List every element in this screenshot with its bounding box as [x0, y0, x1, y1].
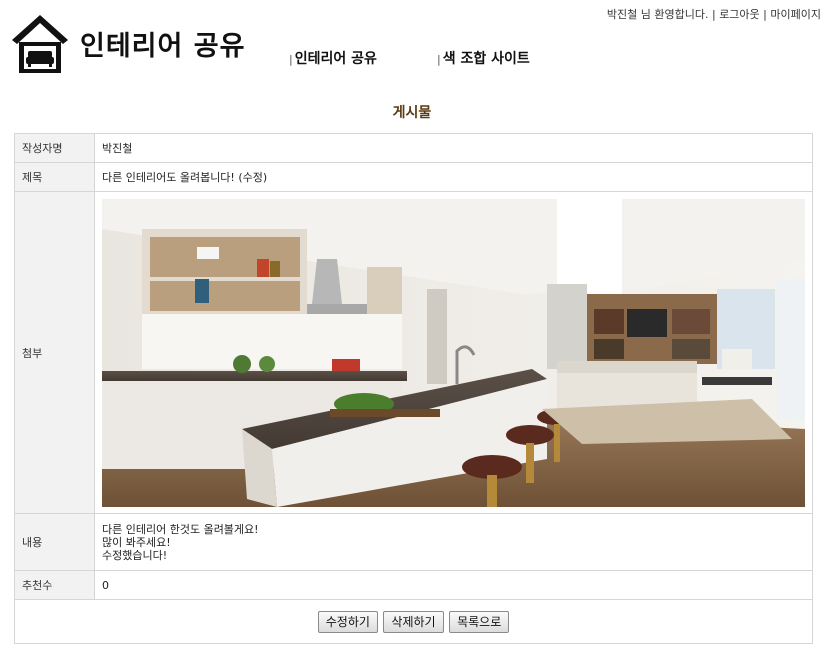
post-table: 작성자명 박진철 제목 다른 인테리어도 올려봅니다! (수정) 첨부 내용 다…	[14, 133, 813, 644]
house-sofa-icon[interactable]	[10, 12, 70, 74]
content-line: 많이 봐주세요!	[102, 535, 171, 549]
list-button[interactable]: 목록으로	[449, 610, 510, 633]
attach-label: 첨부	[14, 191, 95, 514]
nav-item-label: 색 조합 사이트	[442, 51, 530, 67]
content-line: 다른 인테리어 한것도 올려볼게요!	[102, 522, 259, 536]
mypage-link[interactable]: 마이페이지	[770, 8, 821, 21]
author-value: 박진철	[94, 133, 813, 163]
button-cell: 수정하기 삭제하기 목록으로	[14, 599, 813, 644]
table-row: 추천수 0	[14, 570, 813, 600]
nav-item-interior-share[interactable]: | 인테리어 공유	[289, 48, 377, 68]
kitchen-photo[interactable]	[102, 198, 805, 507]
table-row: 내용 다른 인테리어 한것도 올려볼게요! 많이 봐주세요! 수정했습니다!	[14, 513, 813, 571]
author-label: 작성자명	[14, 133, 95, 163]
nav-separator: |	[289, 53, 293, 66]
button-row: 수정하기 삭제하기 목록으로	[14, 599, 813, 644]
title-value: 다른 인테리어도 올려봅니다! (수정)	[94, 162, 813, 192]
welcome-text: 박진철 님 환영합니다.	[606, 8, 709, 21]
title-label: 제목	[14, 162, 95, 192]
user-bar: 박진철 님 환영합니다. | 로그아웃 | 마이페이지	[607, 6, 821, 22]
table-row: 작성자명 박진철	[14, 133, 813, 163]
attachment-cell	[94, 191, 813, 514]
recommend-value: 0	[94, 570, 813, 600]
content-value: 다른 인테리어 한것도 올려볼게요! 많이 봐주세요! 수정했습니다!	[94, 513, 813, 571]
separator: |	[763, 8, 767, 21]
nav-item-label: 인테리어 공유	[294, 51, 377, 67]
table-row: 첨부	[14, 191, 813, 514]
table-row: 제목 다른 인테리어도 올려봅니다! (수정)	[14, 162, 813, 192]
content-line: 수정했습니다!	[102, 548, 168, 562]
edit-button[interactable]: 수정하기	[317, 610, 378, 633]
nav-item-color-combo[interactable]: | 색 조합 사이트	[437, 48, 530, 68]
site-title[interactable]: 인테리어 공유	[80, 24, 245, 63]
nav-separator: |	[437, 53, 441, 66]
page-title: 게시물	[392, 105, 432, 121]
delete-button[interactable]: 삭제하기	[383, 610, 444, 633]
logout-link[interactable]: 로그아웃	[719, 8, 759, 21]
content-label: 내용	[14, 513, 95, 571]
separator: |	[711, 8, 716, 21]
recommend-label: 추천수	[14, 570, 95, 600]
